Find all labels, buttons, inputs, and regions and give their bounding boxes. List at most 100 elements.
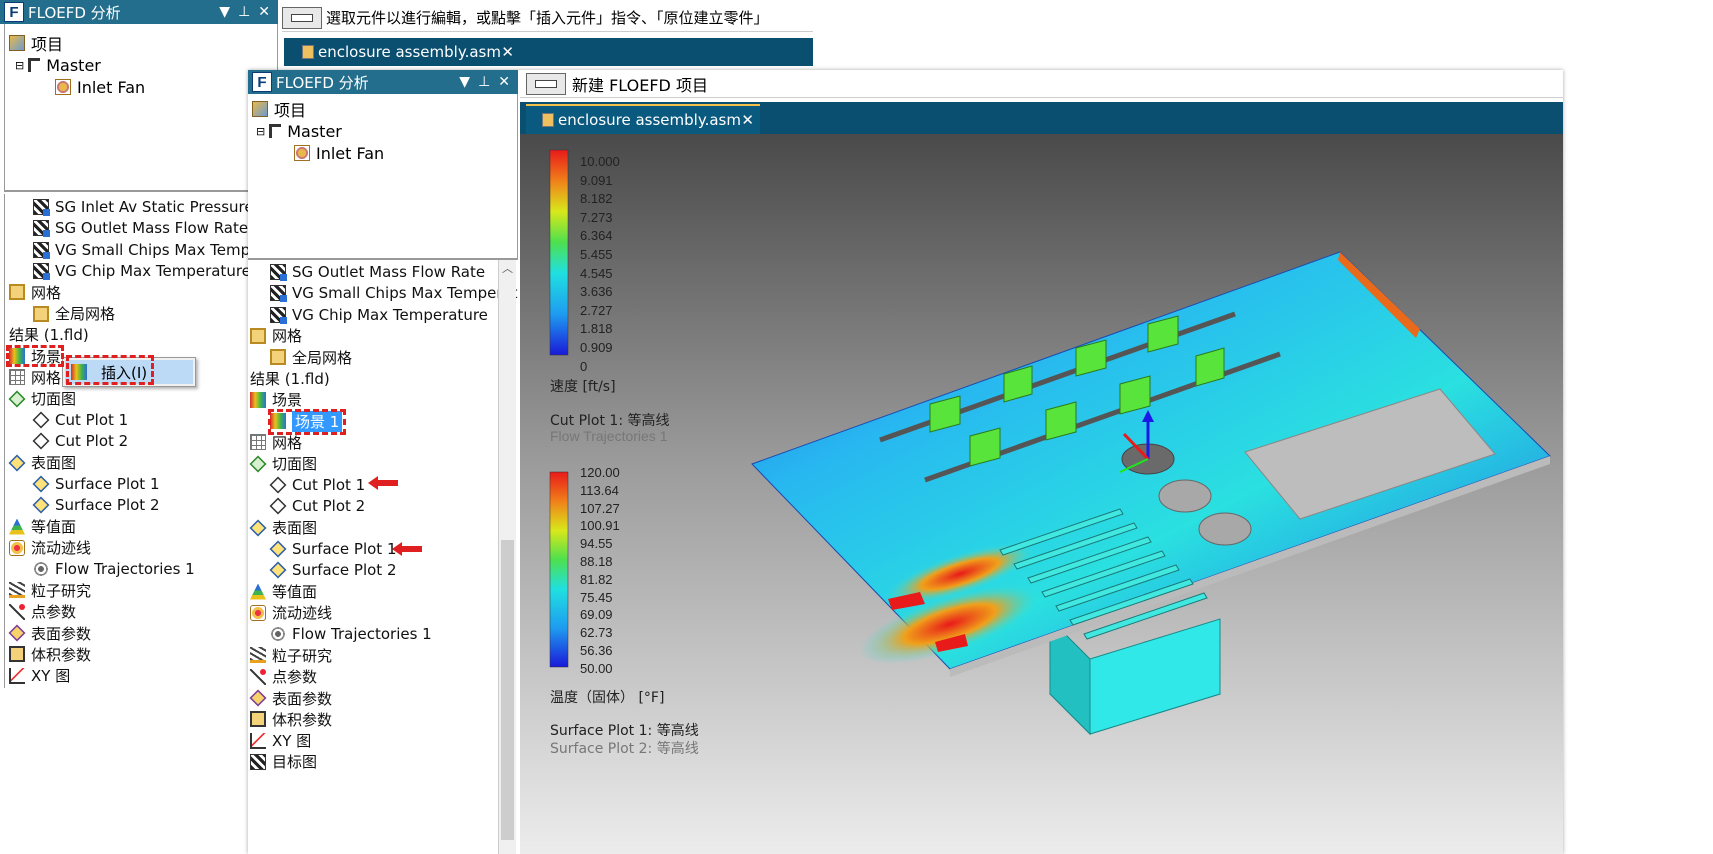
surface-plot-1-icon — [32, 475, 50, 493]
colorbar-tick-label: 3.636 — [580, 284, 613, 300]
tree-item-project[interactable]: 项目 — [252, 98, 306, 120]
close-icon[interactable]: ✕ — [498, 74, 510, 90]
tree-item-goal-item[interactable]: SG Outlet Mass Flow Rate — [270, 261, 485, 283]
back-tab[interactable]: enclosure assembly.asm ✕ — [284, 38, 520, 66]
tree-item-cut-plot-2[interactable]: Cut Plot 2 — [32, 430, 128, 452]
tree-scrollbar[interactable]: ︿ — [498, 260, 516, 854]
scene-group-icon — [250, 391, 266, 408]
tree-label: SG Inlet Av Static Pressure — [55, 198, 254, 216]
tree-item-xy-plots[interactable]: XY 图 — [250, 730, 311, 752]
tree-label: 切面图 — [272, 455, 318, 474]
master-icon — [28, 58, 41, 72]
scroll-up-icon[interactable]: ︿ — [499, 260, 516, 278]
tree-item-particle-study[interactable]: 粒子研究 — [250, 644, 332, 666]
tree-item-volume-parameters[interactable]: 体积参数 — [250, 708, 332, 730]
tab-close-icon[interactable]: ✕ — [741, 111, 754, 129]
tree-item-goal-item[interactable]: VG Chip Max Temperature — [33, 260, 251, 282]
tree-item-point-parameters[interactable]: 点参数 — [9, 601, 76, 623]
tree-item-goal-plots[interactable]: 目标图 — [250, 751, 317, 773]
toolbar-icon[interactable] — [526, 72, 566, 95]
tree-item-surface-plots-group[interactable]: 表面图 — [249, 517, 317, 539]
tree-item-inlet-fan[interactable]: Inlet Fan — [55, 76, 145, 98]
toolbar-icon[interactable] — [282, 6, 322, 29]
cut-plot-2-icon — [269, 497, 287, 515]
tree-item-inlet-fan[interactable]: Inlet Fan — [294, 142, 384, 164]
tree-item-surface-parameters[interactable]: 表面参数 — [8, 622, 91, 644]
tree-label: 体积参数 — [272, 710, 333, 729]
3d-viewport[interactable]: 10.000 9.091 8.182 7.273 6.364 5.455 4.545 3.63… — [520, 134, 1563, 854]
dropdown-icon[interactable]: ▼ — [219, 4, 230, 20]
tree-item-flow-trajectories-1[interactable]: Flow Trajectories 1 — [33, 558, 195, 580]
isosurfaces-icon — [9, 518, 25, 535]
tree-label: Master — [287, 121, 342, 141]
tree-item-cut-plot-1[interactable]: Cut Plot 1 — [269, 474, 365, 496]
tree-item-flow-trajectories-group[interactable]: 流动迹线 — [9, 537, 91, 559]
tree-item-surface-plot-2[interactable]: Surface Plot 2 — [269, 559, 397, 581]
tree-item-master[interactable]: ⊟ Master — [256, 120, 342, 142]
surface-plot-2-icon — [32, 496, 50, 514]
tree-item-global-mesh[interactable]: 全局网格 — [33, 303, 115, 325]
tree-item-isosurfaces[interactable]: 等值面 — [250, 581, 317, 603]
tree-label: 场景 — [272, 391, 303, 410]
tree-item-master[interactable]: ⊟ Master — [15, 54, 101, 76]
floefd-logo-icon: F — [252, 72, 272, 92]
tree-item-goal-item[interactable]: VG Small Chips Max Tempera — [33, 239, 275, 261]
dropdown-icon[interactable]: ▼ — [459, 74, 470, 90]
colorbar-tick-label: 9.091 — [580, 172, 613, 188]
colorbar-tick-label: 10.000 — [580, 154, 620, 169]
colorbar-tick-label: 88.18 — [580, 554, 613, 569]
tree-item-surface-plots-group[interactable]: 表面图 — [8, 452, 76, 474]
tree-item-surface-plot-1[interactable]: Surface Plot 1 — [32, 473, 160, 495]
tree-item-goal-item[interactable]: VG Small Chips Max Temperat — [270, 282, 518, 304]
tree-item-cut-plots-group[interactable]: 切面图 — [8, 388, 76, 410]
tree-item-scene-group[interactable]: 场景 — [250, 389, 302, 411]
pin-icon[interactable]: ⊥ — [478, 74, 490, 90]
tree-item-mesh-results[interactable]: 网格 — [9, 366, 61, 388]
tree-item-project[interactable]: 项目 — [9, 32, 63, 54]
tree-item-point-parameters[interactable]: 点参数 — [250, 666, 317, 688]
front-panel-title: FLOEFD 分析 — [276, 73, 369, 92]
tree-label: 等值面 — [31, 518, 77, 536]
tree-item-goal-item[interactable]: VG Chip Max Temperature — [270, 304, 488, 326]
tree-item-global-mesh[interactable]: 全局网格 — [270, 346, 352, 368]
tree-item-goal-item[interactable]: SG Inlet Av Static Pressure — [33, 196, 254, 218]
tree-label: 流动迹线 — [272, 604, 333, 623]
goal-plots-icon — [250, 753, 266, 770]
tree-item-isosurfaces[interactable]: 等值面 — [9, 516, 76, 538]
tree-item-surface-plot-2[interactable]: Surface Plot 2 — [32, 494, 160, 516]
tree-label: XY 图 — [272, 732, 312, 751]
tree-item-mesh-group[interactable]: 网格 — [9, 281, 61, 303]
fan-icon — [55, 79, 71, 95]
velocity-caption: Cut Plot 1: 等高线 — [550, 413, 670, 429]
pin-icon[interactable]: ⊥ — [238, 4, 250, 20]
tree-item-xy-plots[interactable]: XY 图 — [9, 665, 70, 687]
tree-label: 表面参数 — [272, 689, 333, 708]
tree-item-flow-trajectories-group[interactable]: 流动迹线 — [250, 602, 332, 624]
tree-item-particle-study[interactable]: 粒子研究 — [9, 579, 91, 601]
tree-item-flow-trajectories-1[interactable]: Flow Trajectories 1 — [270, 623, 432, 645]
tree-item-results-node[interactable]: 结果 (1.fld) — [250, 368, 330, 390]
tree-item-mesh-group[interactable]: 网格 — [250, 325, 302, 347]
tree-item-surface-parameters[interactable]: 表面参数 — [249, 687, 333, 709]
tree-item-volume-parameters[interactable]: 体积参数 — [9, 643, 91, 665]
tree-item-surface-plot-1[interactable]: Surface Plot 1 — [269, 538, 397, 560]
colorbar-tick-label: 81.82 — [580, 571, 613, 587]
annotation-arrow-icon — [392, 542, 422, 556]
tab-close-icon[interactable]: ✕ — [501, 43, 514, 61]
tree-label: 网格 — [31, 368, 62, 387]
particle-study-icon — [250, 647, 266, 664]
scroll-thumb[interactable] — [501, 540, 514, 840]
tree-item-cut-plots-group[interactable]: 切面图 — [249, 453, 318, 475]
surface-plots-group-icon — [8, 454, 26, 472]
close-icon[interactable]: ✕ — [258, 4, 270, 20]
tree-label: VG Chip Max Temperature — [55, 261, 251, 280]
tree-item-cut-plot-1[interactable]: Cut Plot 1 — [32, 409, 128, 431]
tree-item-cut-plot-2[interactable]: Cut Plot 2 — [269, 495, 365, 517]
tree-label: 点参数 — [272, 668, 318, 687]
particle-study-icon — [9, 582, 25, 599]
goal-item-icon — [33, 220, 50, 238]
plate-hole — [1158, 479, 1212, 513]
tree-item-results-node[interactable]: 结果 (1.fld) — [9, 324, 89, 346]
tree-item-goal-item[interactable]: SG Outlet Mass Flow Rate — [33, 217, 248, 239]
front-tab[interactable]: enclosure assembly.asm ✕ — [526, 104, 760, 134]
